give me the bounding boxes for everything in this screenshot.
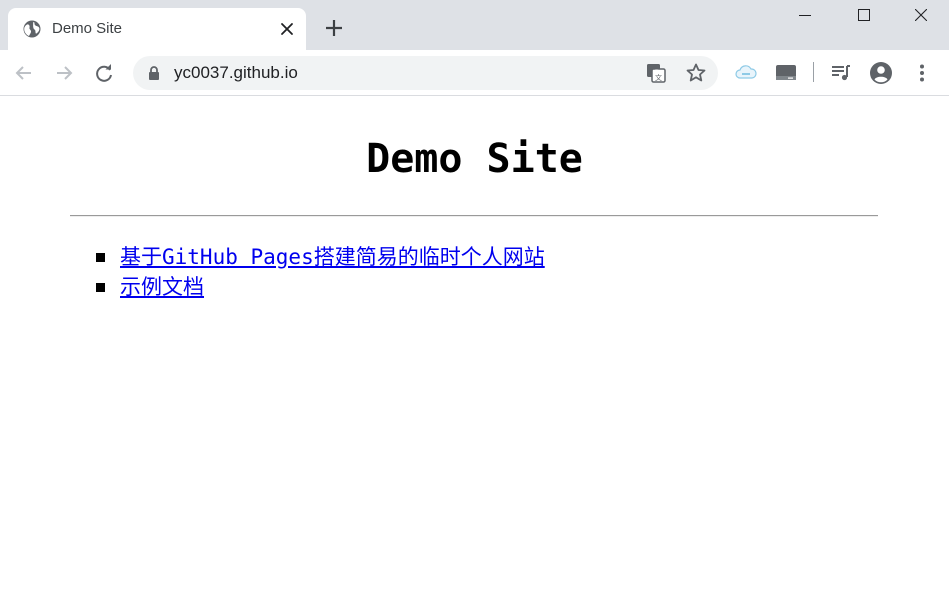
minimize-button[interactable] <box>777 0 833 32</box>
menu-button[interactable] <box>909 60 935 86</box>
new-tab-icon[interactable] <box>324 18 344 38</box>
back-button[interactable] <box>11 60 37 86</box>
address-bar[interactable]: yc0037.github.io G 文 <box>133 56 718 90</box>
media-control-button[interactable] <box>828 60 854 86</box>
cast-extension-button[interactable] <box>773 60 799 86</box>
reload-icon <box>96 64 112 82</box>
cloud-extension-button[interactable] <box>733 60 759 86</box>
translate-button[interactable]: G 文 <box>644 61 668 85</box>
window-close-button[interactable] <box>893 0 949 32</box>
cloud-icon <box>735 65 757 79</box>
bullet-icon <box>96 283 105 292</box>
browser-toolbar: yc0037.github.io G 文 <box>0 50 949 96</box>
device-icon <box>776 65 796 80</box>
maximize-button[interactable] <box>836 0 892 32</box>
playlist-music-icon <box>832 65 850 81</box>
svg-text:文: 文 <box>655 73 662 82</box>
profile-button[interactable] <box>868 60 894 86</box>
link-example-doc[interactable]: 示例文档 <box>120 273 204 301</box>
link-github-pages-guide[interactable]: 基于GitHub Pages搭建简易的临时个人网站 <box>120 243 545 271</box>
bullet-icon <box>96 253 105 262</box>
tab-title: Demo Site <box>52 20 123 37</box>
arrow-left-icon <box>15 66 31 80</box>
arrow-right-icon <box>57 66 73 80</box>
reload-button[interactable] <box>91 60 117 86</box>
more-vertical-icon <box>920 64 924 82</box>
bookmark-button[interactable] <box>684 61 708 85</box>
close-icon <box>915 9 927 21</box>
translate-icon: G 文 <box>647 64 666 83</box>
minimize-icon <box>799 15 811 16</box>
tab-close-icon[interactable] <box>280 22 294 36</box>
maximize-icon <box>858 9 870 21</box>
browser-tab[interactable]: Demo Site <box>8 8 306 50</box>
horizontal-rule <box>70 215 878 217</box>
toolbar-separator <box>813 62 814 82</box>
forward-button[interactable] <box>51 60 77 86</box>
star-icon <box>686 63 706 82</box>
page-title: Demo Site <box>366 136 583 182</box>
globe-icon <box>23 20 41 38</box>
account-circle-icon <box>870 62 892 84</box>
url-text[interactable]: yc0037.github.io <box>174 63 298 83</box>
tab-strip: Demo Site <box>0 0 949 50</box>
lock-icon[interactable] <box>148 66 160 80</box>
